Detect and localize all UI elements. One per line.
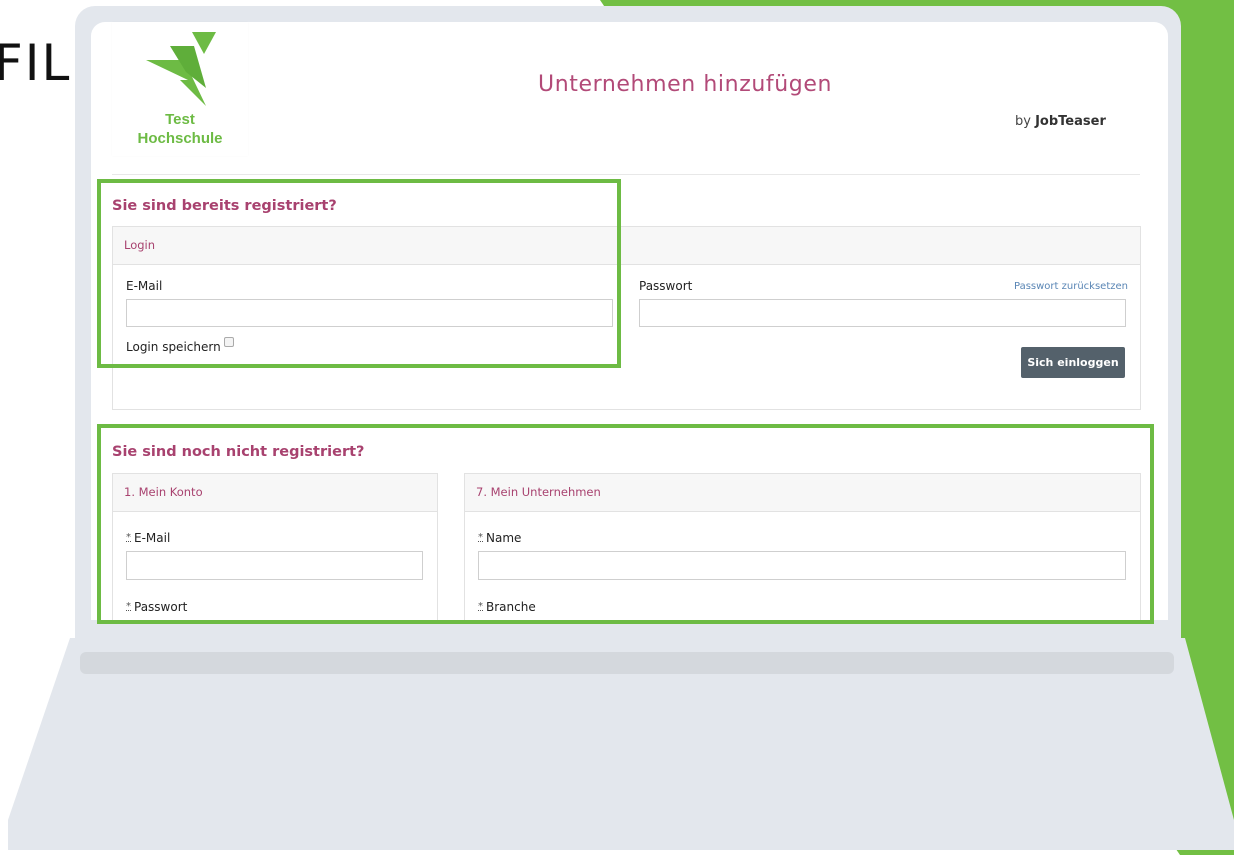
login-password-input[interactable]	[639, 299, 1126, 327]
university-logo: Test Hochschule	[112, 22, 248, 156]
login-highlight-box	[97, 179, 621, 368]
register-highlight-box	[97, 424, 1154, 624]
login-button[interactable]: Sich einloggen	[1021, 347, 1125, 378]
page-title: Unternehmen hinzufügen	[538, 72, 833, 97]
logo-text-line1: Test	[165, 111, 195, 128]
logo-text-line2: Hochschule	[137, 130, 223, 147]
header-divider	[112, 174, 1140, 175]
reset-password-link[interactable]: Passwort zurücksetzen	[1014, 281, 1128, 292]
byline-prefix: by	[1015, 114, 1031, 129]
login-password-label: Passwort	[639, 279, 693, 293]
byline: by JobTeaser	[1015, 114, 1106, 129]
byline-brand: JobTeaser	[1035, 114, 1106, 129]
logo-mark-icon	[146, 32, 216, 106]
